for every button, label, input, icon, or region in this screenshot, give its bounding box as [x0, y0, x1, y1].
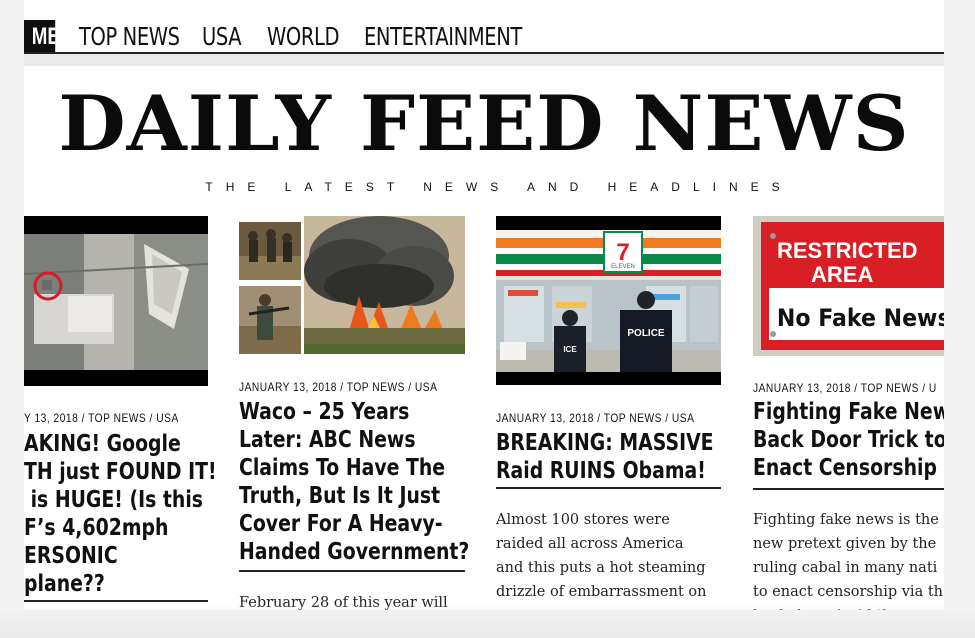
- vest-text-ice: ICE: [563, 345, 577, 354]
- article-meta: JANUARY 13, 2018 / TOP NEWS / USA: [496, 411, 695, 425]
- sign-line-2: AREA: [811, 262, 873, 287]
- page: ME TOP NEWS USA WORLD ENTERTAINMENT DAIL…: [0, 0, 975, 638]
- nav-item-top-news[interactable]: TOP NEWS: [79, 20, 180, 54]
- svg-text:7: 7: [616, 239, 629, 266]
- article-excerpt-clip: Almost 100 stores were raided all across…: [496, 508, 731, 608]
- nav-item-entertainment[interactable]: ENTERTAINMENT: [364, 20, 522, 54]
- sign-line-3: No Fake News: [777, 305, 944, 332]
- article-excerpt: Almost 100 stores were raided all across…: [496, 512, 707, 600]
- article-divider: [239, 570, 465, 572]
- article-headline[interactable]: AKING! Google TH just FOUND IT! is HUGE!…: [24, 430, 217, 598]
- restricted-sign-image[interactable]: RESTRICTED AREA No Fake News: [753, 216, 944, 356]
- fire-collage-image[interactable]: [239, 216, 465, 354]
- store-sign-text: ELEVEN: [611, 264, 635, 270]
- main-nav: ME TOP NEWS USA WORLD ENTERTAINMENT: [24, 14, 944, 54]
- article-meta: JANUARY 13, 2018 / TOP NEWS / U: [753, 381, 937, 395]
- image-frame-top: [496, 216, 721, 230]
- image-frame-bottom: [24, 370, 208, 386]
- store-raid-image[interactable]: 7 ELEVEN ICE POLICE: [496, 230, 721, 372]
- article-divider: [496, 487, 721, 489]
- site-logo[interactable]: DAILY FEED NEWS: [15, 80, 953, 168]
- article-divider: [24, 600, 208, 602]
- vest-text-police: POLICE: [627, 328, 665, 339]
- article-meta: JANUARY 13, 2018 / TOP NEWS / USA: [239, 380, 438, 394]
- site-tagline: THE LATEST NEWS AND HEADLINES: [205, 180, 793, 194]
- article-headline[interactable]: Waco – 25 Years Later: ABC News Claims T…: [239, 398, 469, 566]
- nav-item-usa[interactable]: USA: [202, 20, 242, 54]
- satellite-map-image[interactable]: [24, 234, 208, 370]
- bottom-fade: [0, 604, 975, 638]
- article-headline[interactable]: BREAKING: MASSIVE Raid RUINS Obama!: [496, 429, 714, 485]
- nav-item-home[interactable]: ME: [24, 20, 56, 54]
- nav-item-world[interactable]: WORLD: [267, 20, 340, 54]
- article-4-text: JANUARY 13, 2018 / TOP NEWS / U Fighting…: [753, 378, 944, 610]
- image-frame-bottom: [496, 372, 721, 385]
- article-divider: [753, 488, 944, 490]
- image-frame-top: [24, 216, 208, 234]
- article-1-text: Y 13, 2018 / TOP NEWS / USA AKING! Googl…: [24, 408, 224, 608]
- header-band: [24, 54, 944, 66]
- sign-line-1: RESTRICTED: [777, 238, 918, 263]
- article-headline[interactable]: Fighting Fake News Back Door Trick to En…: [753, 398, 944, 482]
- article-excerpt: Fighting fake news is the new pretext gi…: [753, 512, 943, 610]
- article-meta: Y 13, 2018 / TOP NEWS / USA: [24, 411, 179, 425]
